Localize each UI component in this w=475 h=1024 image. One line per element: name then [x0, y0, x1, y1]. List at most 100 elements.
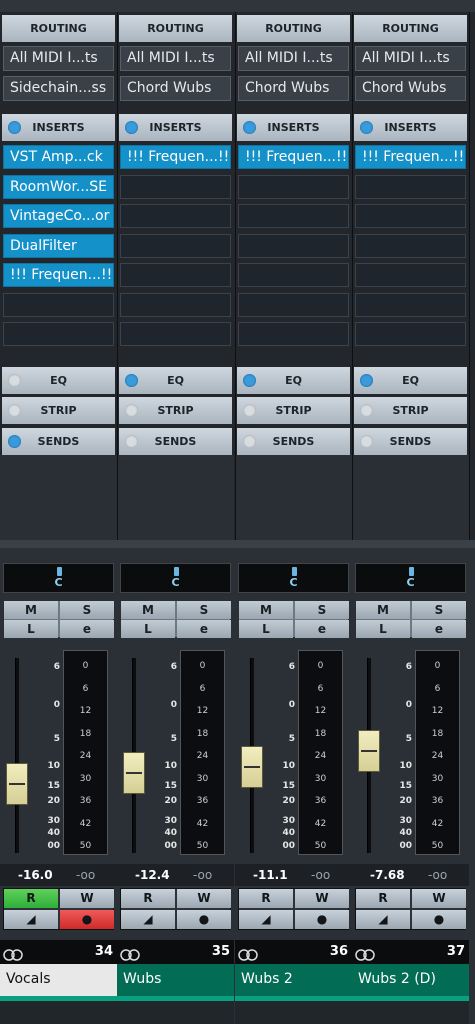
insert-slot-6[interactable]	[3, 292, 114, 317]
volume-value[interactable]: -7.68	[370, 868, 405, 882]
insert-slot-7[interactable]	[238, 322, 349, 346]
routing-input-button[interactable]: All MIDI I...ts	[355, 46, 466, 71]
insert-slot-2[interactable]: RoomWor...SE	[3, 174, 114, 199]
monitor-button[interactable]: ◢	[356, 910, 410, 929]
link-icon[interactable]	[355, 946, 377, 961]
inserts-active-led[interactable]	[8, 121, 21, 134]
eq-bypass-led[interactable]	[243, 374, 256, 387]
insert-slot-3[interactable]	[120, 204, 231, 228]
solo-button[interactable]: S	[295, 601, 349, 619]
strip-bypass-led[interactable]	[8, 404, 21, 417]
insert-slot-7[interactable]	[120, 322, 231, 346]
pan-control[interactable]: C	[3, 563, 114, 593]
insert-slot-2[interactable]	[238, 174, 349, 199]
edit-channel-button[interactable]: e	[412, 620, 466, 638]
eq-header[interactable]: EQ	[354, 367, 467, 394]
peak-value[interactable]: -oo	[428, 868, 447, 882]
channel-name[interactable]: Wubs	[117, 964, 234, 996]
record-enable-button[interactable]: ●	[60, 910, 114, 929]
pan-control[interactable]: C	[238, 563, 349, 593]
pan-control[interactable]: C	[120, 563, 231, 593]
routing-input-button[interactable]: All MIDI I...ts	[120, 46, 231, 71]
volume-value[interactable]: -11.1	[253, 868, 288, 882]
insert-slot-5[interactable]: !!! Frequen...!!	[3, 263, 114, 287]
fader-knob[interactable]	[358, 730, 380, 772]
edit-channel-button[interactable]: e	[177, 620, 231, 638]
listen-button[interactable]: L	[239, 620, 293, 638]
insert-slot-7[interactable]	[355, 322, 466, 346]
routing-output-button[interactable]: Chord Wubs	[120, 76, 231, 101]
read-automation-button[interactable]: R	[121, 889, 175, 908]
write-automation-button[interactable]: W	[295, 889, 349, 908]
channel-name[interactable]: Wubs 2	[235, 964, 352, 996]
mute-button[interactable]: M	[239, 601, 293, 619]
fader-knob[interactable]	[241, 746, 263, 788]
routing-output-button[interactable]: Chord Wubs	[238, 76, 349, 101]
fader-knob[interactable]	[123, 752, 145, 794]
eq-header[interactable]: EQ	[2, 367, 115, 394]
inserts-active-led[interactable]	[243, 121, 256, 134]
mute-button[interactable]: M	[121, 601, 175, 619]
insert-slot-3[interactable]: VintageCo...or	[3, 204, 114, 228]
sends-header[interactable]: SENDS	[354, 428, 467, 455]
insert-slot-1[interactable]: !!! Frequen...!!	[120, 145, 231, 169]
link-icon[interactable]	[120, 946, 142, 961]
insert-slot-1[interactable]: !!! Frequen...!!	[238, 145, 349, 169]
listen-button[interactable]: L	[121, 620, 175, 638]
fader-knob[interactable]	[6, 763, 28, 805]
insert-slot-7[interactable]	[3, 322, 114, 346]
volume-value[interactable]: -12.4	[135, 868, 170, 882]
read-automation-button[interactable]: R	[239, 889, 293, 908]
strip-bypass-led[interactable]	[243, 404, 256, 417]
insert-slot-4[interactable]	[120, 233, 231, 258]
strip-header[interactable]: STRIP	[119, 397, 232, 424]
monitor-button[interactable]: ◢	[4, 910, 58, 929]
inserts-header[interactable]: INSERTS	[237, 114, 350, 141]
inserts-header[interactable]: INSERTS	[119, 114, 232, 141]
channel-name[interactable]: Vocals	[0, 964, 117, 996]
monitor-button[interactable]: ◢	[239, 910, 293, 929]
mute-button[interactable]: M	[356, 601, 410, 619]
strip-header[interactable]: STRIP	[237, 397, 350, 424]
insert-slot-3[interactable]	[355, 204, 466, 228]
routing-output-button[interactable]: Chord Wubs	[355, 76, 466, 101]
write-automation-button[interactable]: W	[60, 889, 114, 908]
insert-slot-4[interactable]	[238, 233, 349, 258]
fader-track[interactable]	[15, 658, 19, 853]
sends-bypass-led[interactable]	[8, 435, 21, 448]
strip-bypass-led[interactable]	[360, 404, 373, 417]
edit-channel-button[interactable]: e	[60, 620, 114, 638]
mute-button[interactable]: M	[4, 601, 58, 619]
sends-bypass-led[interactable]	[360, 435, 373, 448]
inserts-active-led[interactable]	[360, 121, 373, 134]
solo-button[interactable]: S	[177, 601, 231, 619]
sends-header[interactable]: SENDS	[119, 428, 232, 455]
solo-button[interactable]: S	[412, 601, 466, 619]
monitor-button[interactable]: ◢	[121, 910, 175, 929]
read-automation-button[interactable]: R	[356, 889, 410, 908]
routing-input-button[interactable]: All MIDI I...ts	[238, 46, 349, 71]
sends-header[interactable]: SENDS	[237, 428, 350, 455]
volume-value[interactable]: -16.0	[18, 868, 53, 882]
insert-slot-1[interactable]: VST Amp...ck	[3, 145, 114, 169]
record-enable-button[interactable]: ●	[412, 910, 466, 929]
insert-slot-6[interactable]	[238, 292, 349, 317]
peak-value[interactable]: -oo	[311, 868, 330, 882]
inserts-header[interactable]: INSERTS	[354, 114, 467, 141]
sends-bypass-led[interactable]	[243, 435, 256, 448]
write-automation-button[interactable]: W	[177, 889, 231, 908]
insert-slot-5[interactable]	[355, 263, 466, 287]
insert-slot-2[interactable]	[120, 174, 231, 199]
record-enable-button[interactable]: ●	[295, 910, 349, 929]
strip-header[interactable]: STRIP	[354, 397, 467, 424]
insert-slot-2[interactable]	[355, 174, 466, 199]
routing-output-button[interactable]: Sidechain...ss	[3, 76, 114, 101]
record-enable-button[interactable]: ●	[177, 910, 231, 929]
read-automation-button[interactable]: R	[4, 889, 58, 908]
pan-control[interactable]: C	[355, 563, 466, 593]
eq-bypass-led[interactable]	[8, 374, 21, 387]
edit-channel-button[interactable]: e	[295, 620, 349, 638]
listen-button[interactable]: L	[356, 620, 410, 638]
peak-value[interactable]: -oo	[193, 868, 212, 882]
channel-name[interactable]: Wubs 2 (D)	[352, 964, 469, 996]
